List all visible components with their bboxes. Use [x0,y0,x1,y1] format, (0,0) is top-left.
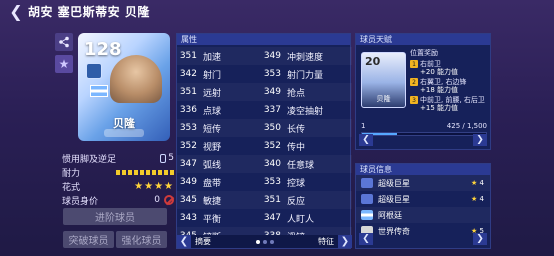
attribute-row: 349 盘带 353 控球 [179,177,306,189]
talent-header: 球员天赋 [356,34,490,45]
player-info-row: 超级巨星 ★ 4 [356,175,490,191]
favorite-star-icon[interactable]: ★ [55,55,73,73]
bonus-rank-badge: 3 [410,96,418,104]
attributes-prev-button[interactable]: ❮ [177,235,191,248]
foot-row: 惯用脚及逆足 5 [62,152,174,165]
player-card[interactable]: 128 贝隆 [78,33,170,141]
attribute-row: 336 点球 337 凌空抽射 [179,105,324,117]
share-icon[interactable] [55,33,73,51]
attributes-grid: 351 加速 349 冲刺速度 342 射门 353 射门力量 351 远射 349 抢点 336… [177,47,352,245]
talent-progress-text: 425 / 1,500 [446,122,487,130]
bonus-item: 1 右前卫 +20 能力值 [410,60,490,76]
talent-panel: 球员天赋 20 贝隆 位置奖励 1 右前卫 +20 能力值 2 右翼卫, 右边锋… [355,33,491,150]
club-badge-icon [86,63,102,79]
attribute-row: 343 平衡 347 人盯人 [179,213,315,225]
attribute-row: 353 短传 350 长传 [177,119,352,137]
talent-level: 1 [361,122,366,130]
card-ovr: 128 [84,39,122,60]
card-bottom-icon [104,129,144,137]
traits-tab[interactable]: 特征 [318,236,334,247]
skill-stars: ★★★★ [134,180,174,192]
bonus-rank-badge: 2 [410,78,418,86]
foot-label: 惯用脚及逆足 [62,154,117,165]
bonus-item: 2 右翼卫, 右边锋 +18 能力值 [410,78,490,94]
attributes-next-button[interactable]: ❯ [338,235,352,248]
argentina-flag-icon [90,85,108,97]
player-info-prev-button[interactable]: ❮ [359,233,373,245]
player-info-header: 球员信息 [356,164,490,175]
value-text: 0 [154,195,160,205]
bonus-text: 右前卫 +20 能力值 [420,60,458,76]
stamina-bar [116,169,174,175]
player-info-nav: ❮ ❯ [359,233,487,245]
foot-value-text: 5 [168,153,174,163]
attribute-row: 342 射门 353 射门力量 [179,69,324,81]
talent-nav: ❮ ❯ [359,134,487,146]
top-bar: ❮ 胡安 塞巴斯蒂安 贝隆 [0,0,554,22]
pager-dots [255,239,274,244]
attribute-row: 345 敏捷 351 反应 [177,191,352,209]
value-label: 球员身价 [62,196,99,207]
player-portrait [110,55,162,103]
not-allowed-icon [164,195,174,205]
superstar-icon [361,194,373,204]
position-bonus-header: 位置奖励 [410,49,438,57]
foot-value: 5 [160,153,174,163]
attributes-panel: 属性 351 加速 349 冲刺速度 342 射门 353 射门力量 351 远射 349 抢点 … [176,33,352,249]
attributes-footer: ❮ 摘要 特征 ❯ [177,235,352,248]
strengthen-player-button[interactable]: 强化球员 [116,231,167,248]
attribute-row: 347 弧线 340 任意球 [177,155,352,173]
attributes-footer-mid: 摘要 特征 [191,236,338,247]
bonus-text: 中前卫, 前腰, 右后卫 +15 能力值 [420,96,485,112]
player-info-panel: 球员信息 超级巨星 ★ 4 超级巨星 ★ 4 阿根廷 世界传奇 ★ 5 ❮ ❯ [355,163,491,249]
talent-card-value: 20 [365,55,381,68]
back-chevron-icon[interactable]: ❮ [6,1,26,21]
value-row: 球员身价 0 [62,194,174,207]
foot-icon [160,153,167,163]
share-icon [59,36,69,48]
talent-card[interactable]: 20 贝隆 [361,52,406,108]
talent-progress-row: 1 425 / 1,500 [361,122,487,130]
stamina-label: 耐力 [62,168,81,179]
bonus-rank-badge: 1 [410,60,418,68]
attribute-row: 351 远射 349 抢点 [177,83,352,101]
value: 0 [154,195,174,205]
page-title: 胡安 塞巴斯蒂安 贝隆 [28,4,150,19]
argentina-flag-icon [361,210,373,220]
bonus-text: 右翼卫, 右边锋 +18 能力值 [420,78,467,94]
talent-next-button[interactable]: ❯ [473,134,487,146]
stamina-row: 耐力 [62,166,174,179]
superstar-icon [361,178,373,188]
position-bonus-list: 位置奖励 1 右前卫 +20 能力值 2 右翼卫, 右边锋 +18 能力值 3 … [410,48,490,114]
bonus-item: 3 中前卫, 前腰, 右后卫 +15 能力值 [410,96,490,112]
talent-prev-button[interactable]: ❮ [359,134,373,146]
skill-row: 花式 ★★★★ [62,180,174,193]
player-info-row: 超级巨星 ★ 4 [356,191,490,207]
player-meta: 惯用脚及逆足 5 耐力 花式 ★★★★ 球员身价 0 [62,152,174,208]
summary-tab[interactable]: 摘要 [195,236,211,247]
row-stars: ★ 4 [471,195,484,203]
player-info-row: 阿根廷 [356,207,490,223]
talent-card-name: 贝隆 [376,95,391,103]
skill-label: 花式 [62,182,81,193]
row-stars: ★ 4 [471,179,484,187]
attributes-header: 属性 [177,34,350,45]
attribute-row: 352 视野 352 传中 [179,141,306,153]
advance-player-button[interactable]: 进阶球员 [63,208,167,225]
breakthrough-player-button[interactable]: 突破球员 [63,231,114,248]
attribute-row: 351 加速 349 冲刺速度 [177,47,352,65]
player-info-next-button[interactable]: ❯ [473,233,487,245]
